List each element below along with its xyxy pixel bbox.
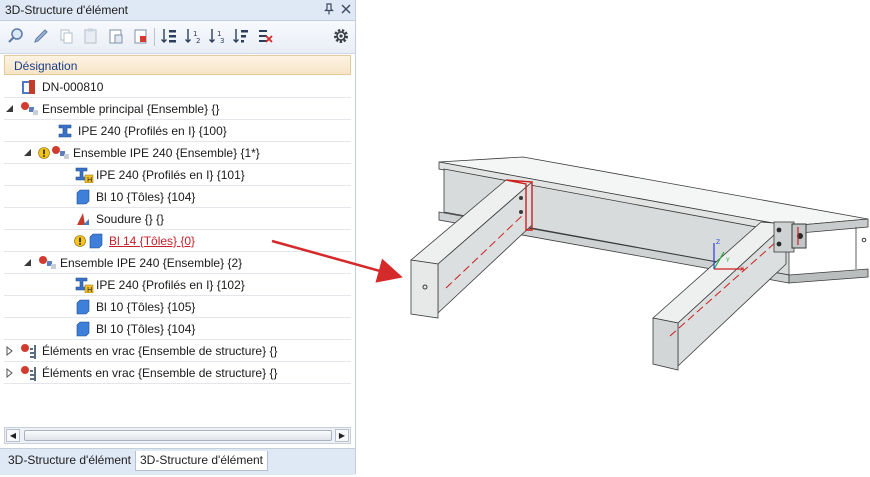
paste-into-icon[interactable] <box>131 26 151 46</box>
tree-row[interactable]: Éléments en vrac {Ensemble de structure}… <box>4 362 351 384</box>
close-icon[interactable] <box>339 2 353 16</box>
3d-viewport[interactable]: Z Y X <box>356 0 870 474</box>
sort-icon[interactable] <box>159 26 179 46</box>
i-beam-icon <box>56 123 74 139</box>
expanded-toggle-icon[interactable] <box>5 103 14 113</box>
tree-item-label: Soudure {} {} <box>96 212 165 226</box>
plate-icon <box>87 233 105 249</box>
tree-row[interactable]: H IPE 240 {Profilés en I} {102} <box>4 274 351 296</box>
tree-row[interactable]: Soudure {} {} <box>4 208 351 230</box>
tree-item-label: Bl 10 {Tôles} {104} <box>96 190 196 204</box>
column-header-label: Désignation <box>14 59 78 73</box>
tree-row[interactable]: H IPE 240 {Profilés en I} {101} <box>4 164 351 186</box>
scrollbar-thumb[interactable] <box>24 430 332 441</box>
tree-row[interactable]: Éléments en vrac {Ensemble de structure}… <box>4 340 351 362</box>
tree-item-label: DN-000810 <box>42 80 104 94</box>
paste-icon[interactable] <box>81 26 101 46</box>
tree-row[interactable]: Bl 14 {Tôles} {0} <box>4 230 351 252</box>
collapsed-toggle-icon[interactable] <box>5 367 14 379</box>
scroll-right-icon[interactable]: ▶ <box>335 429 349 442</box>
tree-item-label: Bl 10 {Tôles} {105} <box>96 300 196 314</box>
collapsed-toggle-icon[interactable] <box>5 345 14 357</box>
toolbar: 12 13 <box>0 21 355 54</box>
sort-by-number-1-icon[interactable]: 12 <box>183 26 203 46</box>
edit-icon[interactable] <box>31 26 51 46</box>
panel-titlebar: 3D-Structure d'élément <box>0 0 355 21</box>
pin-icon[interactable] <box>322 2 336 16</box>
tree-item-label: IPE 240 {Profilés en I} {101} <box>96 168 245 182</box>
tree-row[interactable]: Ensemble IPE 240 {Ensemble} {1*} <box>4 142 351 164</box>
tree-row[interactable]: Bl 10 {Tôles} {104} <box>4 318 351 340</box>
axis-z-label: Z <box>716 239 720 246</box>
warning-icon <box>74 235 86 251</box>
plate-icon <box>74 321 92 337</box>
tree-row[interactable]: Ensemble principal {Ensemble} {} <box>4 98 351 120</box>
paste-special-icon[interactable] <box>106 26 126 46</box>
plate-icon <box>74 189 92 205</box>
svg-text:H: H <box>87 286 92 293</box>
tree-item-label: Éléments en vrac {Ensemble de structure}… <box>42 344 278 358</box>
sort-by-number-3-icon[interactable] <box>231 26 251 46</box>
tree-item-label: IPE 240 {Profilés en I} {100} <box>78 124 227 138</box>
tab-element-structure-2[interactable]: 3D-Structure d'élément <box>135 451 269 471</box>
axis-y-label: Y <box>725 257 730 264</box>
structure-assembly-icon <box>20 365 42 381</box>
weld-icon <box>74 211 92 227</box>
tree-item-label: Ensemble IPE 240 {Ensemble} {2} <box>60 256 243 270</box>
assembly-icon <box>20 101 42 117</box>
tree-item-label: Bl 14 {Tôles} {0} <box>109 234 196 248</box>
i-beam-main-icon: H <box>74 277 94 294</box>
axis-x-label: X <box>740 266 744 273</box>
element-structure-panel: 3D-Structure d'élément 1 2 1 3 Désignati… <box>0 0 356 475</box>
warning-icon <box>38 147 50 163</box>
svg-text:2: 2 <box>196 37 200 45</box>
assembly-icon <box>51 145 73 161</box>
tree-item-label: Bl 10 {Tôles} {104} <box>96 322 196 336</box>
tree-item-label: Ensemble principal {Ensemble} {} <box>42 102 220 116</box>
drawing-icon <box>20 79 38 95</box>
3d-model-view[interactable]: Z Y X <box>356 0 870 474</box>
tree-item-label: IPE 240 {Profilés en I} {102} <box>96 278 245 292</box>
settings-icon[interactable] <box>331 26 351 46</box>
scroll-left-icon[interactable]: ◀ <box>6 429 20 442</box>
i-beam-main-icon: H <box>74 167 94 184</box>
copy-icon[interactable] <box>56 26 76 46</box>
tree-item-label: Éléments en vrac {Ensemble de structure}… <box>42 366 278 380</box>
tree-item-label: Ensemble IPE 240 {Ensemble} {1*} <box>73 146 260 160</box>
tree-row[interactable]: Bl 10 {Tôles} {105} <box>4 296 351 318</box>
tree-row[interactable]: Ensemble IPE 240 {Ensemble} {2} <box>4 252 351 274</box>
tree-row[interactable]: Bl 10 {Tôles} {104} <box>4 186 351 208</box>
plate-icon <box>74 299 92 315</box>
panel-tabs: 3D-Structure d'élément 3D-Structure d'él… <box>0 448 355 475</box>
panel-title: 3D-Structure d'élément <box>5 3 129 17</box>
expanded-toggle-icon[interactable] <box>23 257 32 267</box>
designation-column-header[interactable]: Désignation <box>4 55 351 75</box>
sort-by-number-2-icon[interactable]: 13 <box>207 26 227 46</box>
element-structure-tree: DN-000810 Ensemble principal {Ensemble} {… <box>4 76 351 424</box>
structure-assembly-icon <box>20 343 42 359</box>
toolbar-separator <box>154 28 155 46</box>
assembly-icon <box>38 255 60 271</box>
svg-text:3: 3 <box>220 37 224 45</box>
tree-row[interactable]: IPE 240 {Profilés en I} {100} <box>4 120 351 142</box>
zoom-icon[interactable] <box>6 26 26 46</box>
expanded-toggle-icon[interactable] <box>23 147 32 157</box>
clear-filter-icon[interactable] <box>255 26 275 46</box>
tree-row[interactable]: DN-000810 <box>4 76 351 98</box>
horizontal-scrollbar[interactable]: ◀ ▶ <box>4 427 351 444</box>
tab-element-structure-1[interactable]: 3D-Structure d'élément <box>4 451 135 470</box>
svg-text:H: H <box>87 176 92 183</box>
